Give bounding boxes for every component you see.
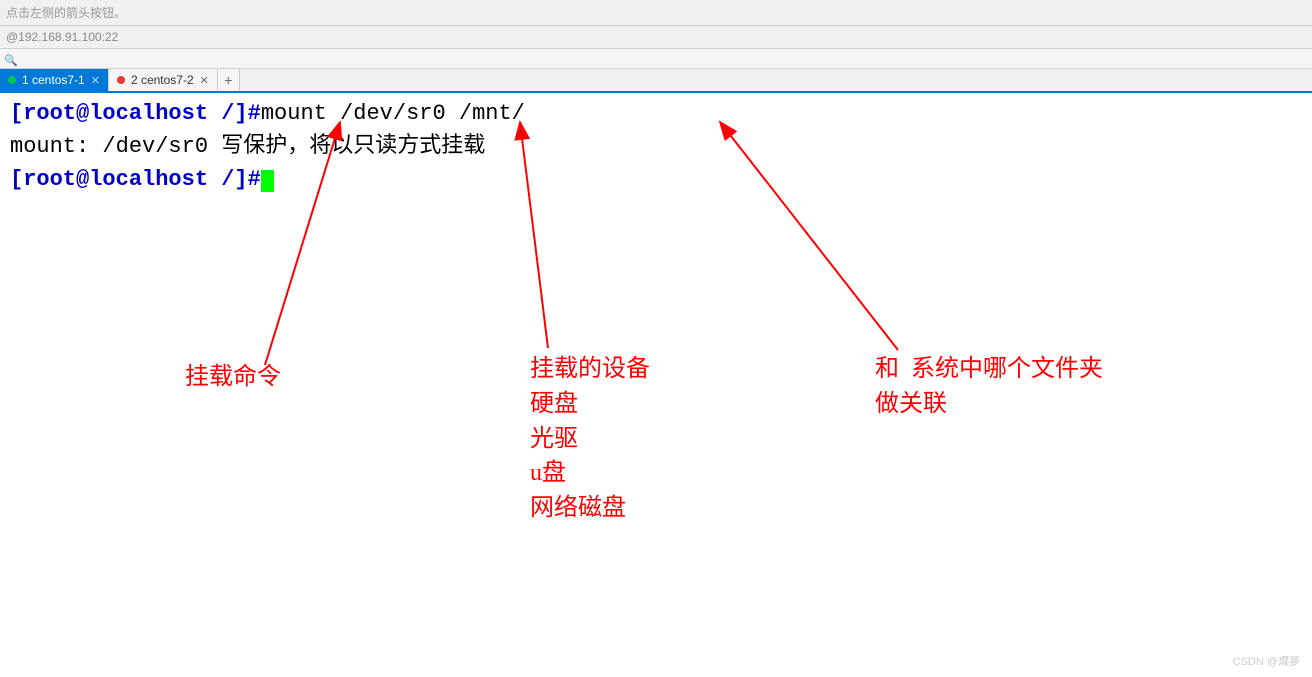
- command-text: mount /dev/sr0 /mnt/: [261, 101, 525, 126]
- toolbar: 🔍: [0, 49, 1312, 69]
- address-text: @192.168.91.100:22: [6, 30, 118, 44]
- annotation-left: 挂载命令: [185, 360, 281, 395]
- add-tab-button[interactable]: +: [218, 69, 240, 91]
- tab-label: 1 centos7-1: [22, 73, 85, 87]
- watermark: CSDN @爛夢: [1233, 653, 1300, 669]
- prompt: [root@localhost /]: [10, 167, 248, 192]
- annotation-right: 和 系统中哪个文件夹 做关联: [875, 352, 1103, 422]
- terminal[interactable]: [root@localhost /]#mount /dev/sr0 /mnt/ …: [0, 93, 1312, 200]
- top-hint-bar: 点击左侧的箭头按钮。: [0, 0, 1312, 26]
- tab-centos7-1[interactable]: 1 centos7-1 ✕: [0, 69, 109, 91]
- hint-text: 点击左侧的箭头按钮。: [6, 6, 126, 20]
- close-icon[interactable]: ✕: [91, 74, 100, 87]
- status-dot-icon: [117, 76, 125, 84]
- terminal-line-3: [root@localhost /]#: [10, 163, 1302, 196]
- close-icon[interactable]: ✕: [200, 74, 209, 87]
- annotation-middle: 挂载的设备 硬盘 光驱 u盘 网络磁盘: [530, 352, 650, 526]
- search-icon[interactable]: 🔍: [4, 54, 16, 66]
- output-text: mount: /dev/sr0 写保护，将以只读方式挂载: [10, 134, 485, 159]
- tab-label: 2 centos7-2: [131, 73, 194, 87]
- prompt-hash: #: [248, 167, 261, 192]
- tabs-bar: 1 centos7-1 ✕ 2 centos7-2 ✕ +: [0, 69, 1312, 93]
- tab-centos7-2[interactable]: 2 centos7-2 ✕: [109, 69, 218, 91]
- terminal-line-1: [root@localhost /]#mount /dev/sr0 /mnt/: [10, 97, 1302, 130]
- prompt: [root@localhost /]: [10, 101, 248, 126]
- address-bar: @192.168.91.100:22: [0, 26, 1312, 49]
- terminal-line-2: mount: /dev/sr0 写保护，将以只读方式挂载: [10, 130, 1302, 163]
- status-dot-icon: [8, 76, 16, 84]
- cursor-icon: [261, 170, 274, 192]
- prompt-hash: #: [248, 101, 261, 126]
- plus-icon: +: [224, 72, 232, 88]
